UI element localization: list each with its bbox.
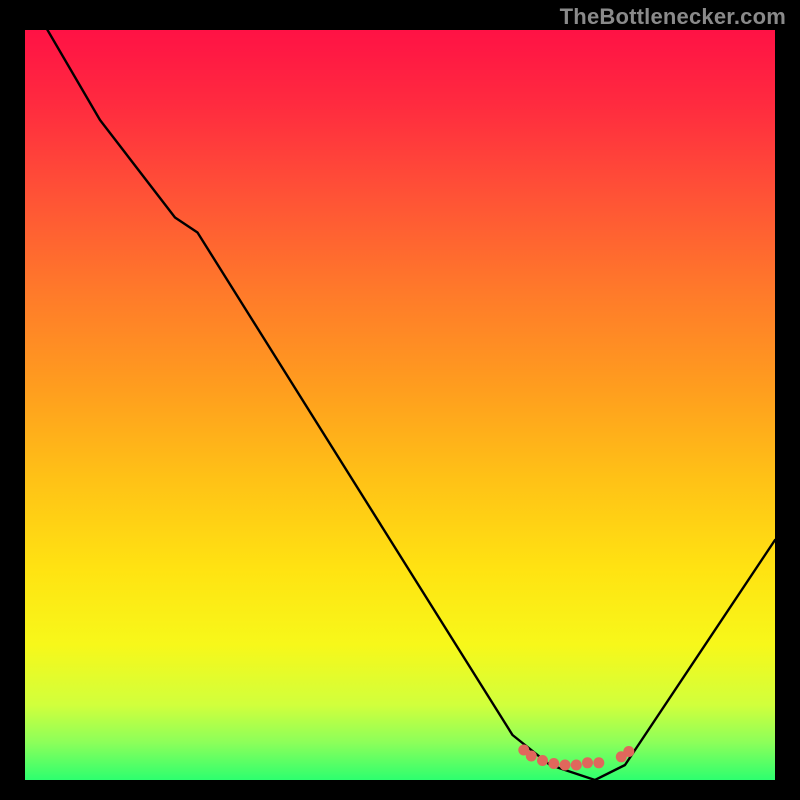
sweet-spot-point xyxy=(593,757,604,768)
chart-frame: TheBottlenecker.com xyxy=(0,0,800,800)
sweet-spot-point xyxy=(537,755,548,766)
sweet-spot-point xyxy=(582,757,593,768)
bottleneck-chart xyxy=(0,0,800,800)
sweet-spot-point xyxy=(623,746,634,757)
plot-background xyxy=(25,30,775,780)
sweet-spot-point xyxy=(526,751,537,762)
watermark-label: TheBottlenecker.com xyxy=(560,4,786,30)
sweet-spot-point xyxy=(571,760,582,771)
sweet-spot-point xyxy=(560,760,571,771)
sweet-spot-point xyxy=(548,758,559,769)
